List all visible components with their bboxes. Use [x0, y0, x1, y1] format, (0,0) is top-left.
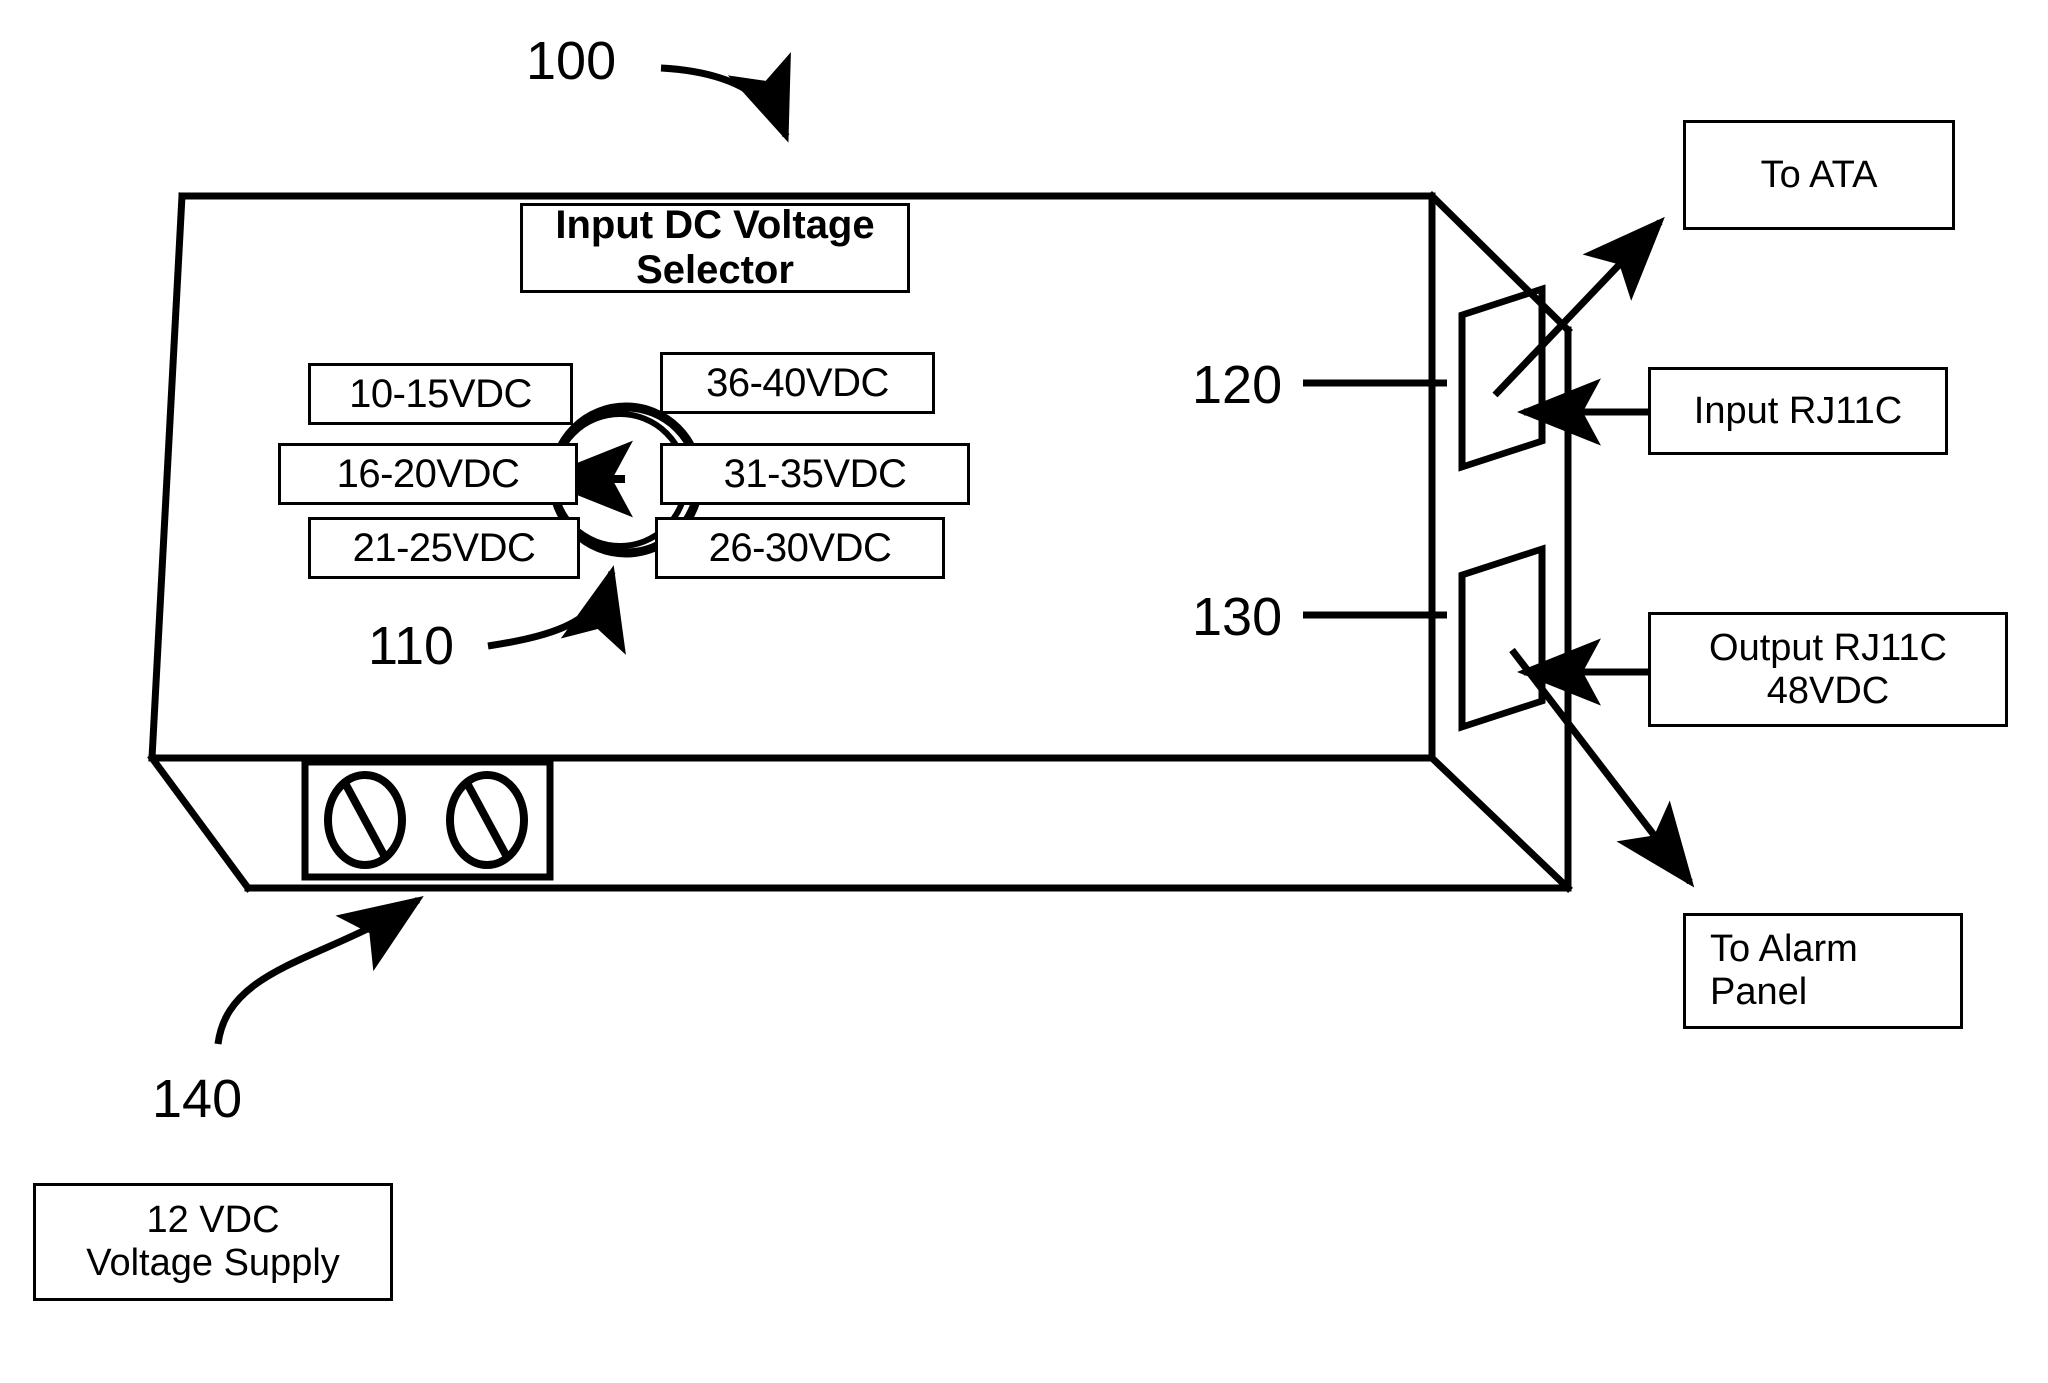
- callout-to-alarm-panel: To Alarm Panel: [1683, 913, 1963, 1029]
- supply-label-line1: 12 VDC: [146, 1199, 280, 1242]
- voltage-option-label: 26-30VDC: [708, 525, 892, 570]
- voltage-option-21-25vdc[interactable]: 21-25VDC: [308, 517, 580, 579]
- selector-title-line2: Selector: [636, 248, 794, 292]
- leader-110: [487, 565, 626, 655]
- voltage-option-label: 21-25VDC: [352, 525, 536, 570]
- callout-to-alarm-line2: Panel: [1710, 971, 1808, 1013]
- voltage-option-label: 31-35VDC: [723, 451, 907, 496]
- callout-to-alarm-line1: To Alarm: [1710, 928, 1858, 971]
- callout-input-rj11c: Input RJ11C: [1648, 367, 1948, 455]
- input-rj11c-port: [1458, 284, 1546, 472]
- callout-output-rj11c-line1: Output RJ11C: [1709, 626, 1947, 669]
- reference-numeral-120: 120: [1192, 355, 1283, 415]
- voltage-option-16-20vdc[interactable]: 16-20VDC: [278, 443, 578, 505]
- selector-title-line1: Input DC Voltage: [555, 203, 875, 248]
- voltage-option-26-30vdc[interactable]: 26-30VDC: [655, 517, 945, 579]
- enclosure-lip-left-diagonal: [147, 753, 253, 893]
- voltage-option-31-35vdc[interactable]: 31-35VDC: [660, 443, 970, 505]
- figure-canvas: 100 110 120 130 140 Input DC Voltage Sel…: [0, 0, 2048, 1383]
- enclosure-lip-right-diagonal: [1427, 753, 1573, 893]
- leader-140: [214, 896, 424, 1045]
- reference-numeral-140: 140: [152, 1069, 243, 1129]
- voltage-option-36-40vdc[interactable]: 36-40VDC: [660, 352, 935, 414]
- reference-numeral-130: 130: [1192, 587, 1283, 647]
- enclosure-top-right-diagonal: [1427, 191, 1573, 335]
- voltage-option-label: 16-20VDC: [336, 451, 520, 496]
- voltage-option-label: 10-15VDC: [349, 371, 532, 416]
- leader-100: [660, 52, 791, 143]
- output-rj11c-port: [1458, 544, 1546, 732]
- callout-input-rj11c-label: Input RJ11C: [1693, 389, 1903, 432]
- voltage-option-10-15vdc[interactable]: 10-15VDC: [308, 363, 573, 425]
- supply-label-line2: Voltage Supply: [86, 1242, 340, 1284]
- callout-to-ata-label: To ATA: [1760, 153, 1878, 196]
- reference-numeral-100: 100: [526, 31, 617, 91]
- callout-to-ata: To ATA: [1683, 120, 1955, 230]
- callout-output-rj11c: Output RJ11C 48VDC: [1648, 612, 2008, 727]
- enclosure-front-left-edge: [148, 192, 186, 762]
- input-dc-voltage-selector-title: Input DC Voltage Selector: [520, 203, 910, 293]
- screw-terminal-block[interactable]: [301, 758, 554, 881]
- arrow-to-ata: [1492, 216, 1665, 398]
- callout-12vdc-voltage-supply: 12 VDC Voltage Supply: [33, 1183, 393, 1301]
- voltage-option-label: 36-40VDC: [706, 360, 889, 405]
- reference-numeral-110: 110: [368, 616, 455, 676]
- callout-output-rj11c-line2: 48VDC: [1766, 669, 1890, 712]
